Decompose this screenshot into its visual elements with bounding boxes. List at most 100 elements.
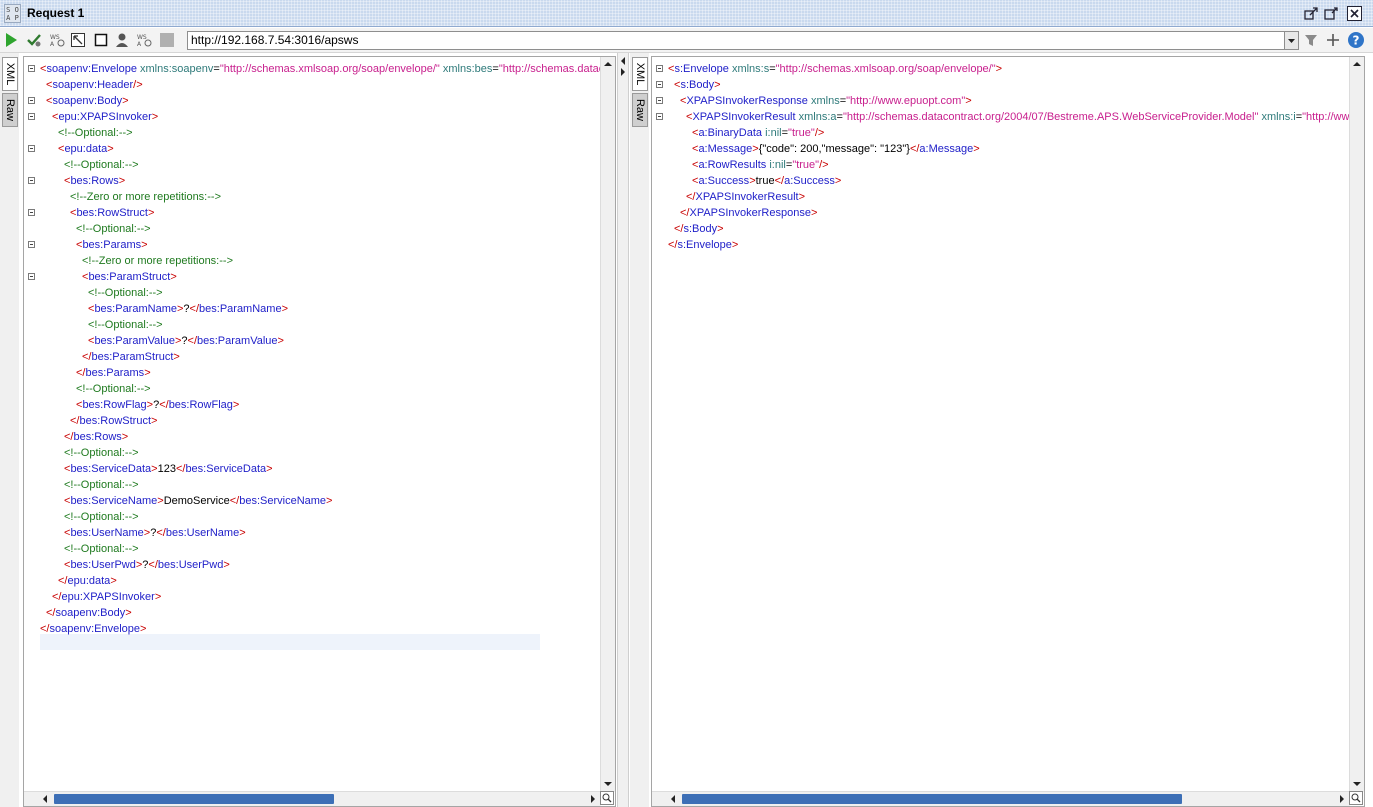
request-vertical-scrollbar[interactable] [600, 57, 615, 792]
stop-icon[interactable] [159, 32, 175, 48]
request-xml-editor[interactable]: <soapenv:Envelope xmlns:soapenv="http://… [23, 56, 616, 807]
xml-token-br: > [810, 207, 818, 219]
scroll-right-icon[interactable] [1335, 792, 1350, 806]
xml-line: <!--Optional:--> [76, 221, 151, 237]
xml-token-br: </ [175, 463, 186, 475]
xml-token-tag: a:RowResults [698, 159, 767, 171]
square-icon[interactable] [93, 32, 109, 48]
xml-token-tag: bes:RowStruct [76, 207, 148, 219]
xml-line: <a:BinaryData i:nil="true"/> [692, 125, 824, 141]
xml-token-tag: soapenv:Header [52, 79, 134, 91]
xml-token-br: > [965, 95, 972, 107]
request-horizontal-scroll-thumb[interactable] [54, 794, 334, 804]
xml-token-tag: bes:RowFlag [168, 399, 233, 411]
scroll-left-icon[interactable] [666, 792, 681, 806]
xml-token-txt: 123 [157, 463, 176, 475]
xml-token-tag: a:Message [698, 143, 753, 155]
xml-token-attr: xmlns:s [731, 63, 770, 75]
fold-toggle-icon[interactable] [656, 113, 663, 120]
split-divider[interactable] [617, 53, 629, 807]
xml-token-tag: bes:UserPwd [157, 559, 224, 571]
endpoint-dropdown-button[interactable] [1285, 31, 1299, 50]
fullscreen-icon[interactable] [70, 32, 86, 48]
xml-line: </bes:Params> [76, 365, 151, 381]
xml-token-tag: XPAPSInvokerResponse [686, 95, 808, 107]
fold-toggle-icon[interactable] [28, 177, 35, 184]
add-icon[interactable] [1325, 32, 1341, 48]
zoom-icon[interactable] [600, 791, 614, 805]
xml-line: </XPAPSInvokerResponse> [680, 205, 817, 221]
run-icon[interactable] [3, 32, 19, 48]
undock-icon[interactable] [1304, 6, 1319, 21]
response-horizontal-scroll-thumb[interactable] [682, 794, 1182, 804]
xml-token-tag: XPAPSInvokerResult [695, 191, 799, 203]
maximize-icon[interactable] [1324, 6, 1339, 21]
scroll-right-icon[interactable] [586, 792, 601, 806]
xml-token-tag: bes:ParamValue [197, 335, 278, 347]
tab-request-xml[interactable]: XML [2, 57, 18, 91]
xml-token-tag: soapenv:Envelope [46, 63, 137, 75]
fold-toggle-icon[interactable] [28, 273, 35, 280]
xml-token-val: "http://www.epuopt.com" [846, 95, 966, 107]
xml-token-attr: xmlns:soapenv [140, 63, 214, 75]
xml-token-cmt: <!--Optional:--> [64, 479, 139, 491]
close-icon[interactable] [1347, 6, 1362, 21]
xml-token-tag: bes:ServiceName [70, 495, 158, 507]
fold-toggle-icon[interactable] [656, 81, 663, 88]
scroll-up-icon[interactable] [1350, 57, 1364, 72]
svg-text:A: A [137, 41, 142, 48]
xml-token-tag: bes:ParamName [199, 303, 282, 315]
xml-token-tag: epu:XPAPSInvoker [61, 591, 155, 603]
response-horizontal-scrollbar[interactable] [652, 791, 1350, 806]
window-title: Request 1 [27, 6, 85, 20]
response-vertical-scrollbar[interactable] [1349, 57, 1364, 792]
xml-token-br: > [281, 303, 289, 315]
user-icon[interactable] [114, 32, 130, 48]
xml-token-tag: XPAPSInvokerResult [692, 111, 796, 123]
chevron-down-icon [1288, 39, 1295, 43]
xml-token-tag: epu:data [67, 575, 111, 587]
xml-token-tag: bes:UserName [70, 527, 144, 539]
scroll-down-icon[interactable] [601, 777, 615, 792]
edit-endpoint-icon[interactable] [1303, 32, 1319, 48]
validate-icon[interactable] [26, 32, 42, 48]
fold-toggle-icon[interactable] [28, 97, 35, 104]
svg-text:WS: WS [137, 34, 147, 41]
xml-token-br: > [125, 607, 132, 619]
xml-token-tag: bes:ParamStruct [88, 271, 171, 283]
help-icon[interactable]: ? [1347, 31, 1364, 48]
fold-gutter [652, 57, 666, 806]
scroll-down-icon[interactable] [1350, 777, 1364, 792]
scroll-left-icon[interactable] [38, 792, 53, 806]
scroll-up-icon[interactable] [601, 57, 615, 72]
xml-token-tag: s:Body [683, 223, 718, 235]
response-xml-editor[interactable]: <s:Envelope xmlns:s="http://schemas.xmls… [651, 56, 1365, 807]
xml-line: <a:Message>{"code": 200,"message": "123"… [692, 141, 980, 157]
xml-token-br: </ [909, 143, 920, 155]
fold-toggle-icon[interactable] [28, 241, 35, 248]
svg-text:A: A [50, 41, 55, 48]
tab-response-xml[interactable]: XML [632, 57, 648, 91]
add-ws-a-icon[interactable]: WS A [49, 32, 65, 48]
add-ws-b-icon[interactable]: WS A [136, 32, 152, 48]
xml-line: <bes:ParamStruct> [82, 269, 177, 285]
fold-toggle-icon[interactable] [28, 145, 35, 152]
xml-token-val: "http://schemas.datacontract.org/2004/07… [842, 111, 1259, 123]
request-horizontal-scrollbar[interactable] [24, 791, 601, 806]
xml-token-br: /> [133, 79, 143, 91]
fold-toggle-icon[interactable] [28, 65, 35, 72]
fold-toggle-icon[interactable] [656, 97, 663, 104]
xml-token-attr: xmlns:bes [442, 63, 493, 75]
fold-toggle-icon[interactable] [28, 113, 35, 120]
fold-toggle-icon[interactable] [28, 209, 35, 216]
tab-request-raw[interactable]: Raw [2, 93, 18, 127]
endpoint-url-input[interactable]: http://192.168.7.54:3016/apsws [187, 31, 1285, 50]
split-arrows-icon[interactable] [618, 55, 628, 79]
xml-token-br: /> [814, 127, 825, 139]
fold-toggle-icon[interactable] [656, 65, 663, 72]
zoom-icon[interactable] [1349, 791, 1363, 805]
svg-text:?: ? [1353, 34, 1360, 48]
tab-response-raw[interactable]: Raw [632, 93, 648, 127]
xml-line: <soapenv:Header/> [46, 77, 143, 93]
xml-line: <!--Optional:--> [64, 445, 139, 461]
